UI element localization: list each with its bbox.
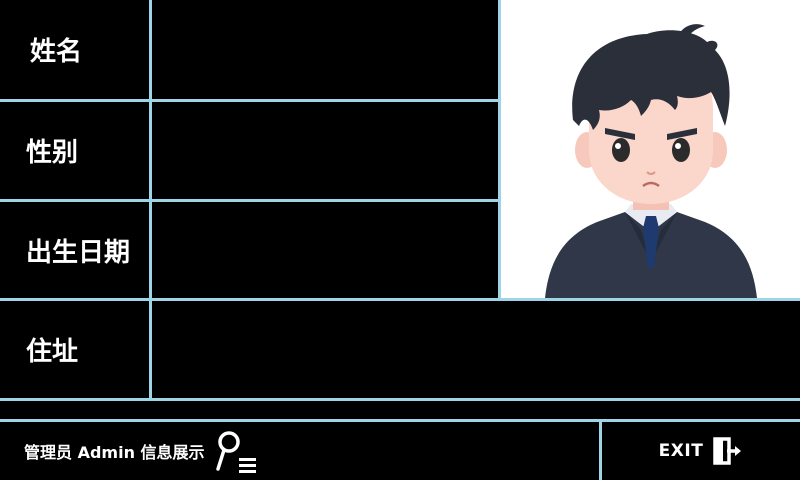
id-photo <box>501 0 800 298</box>
admin-info-text: 管理员 Admin 信息展示 <box>24 443 205 462</box>
field-label-birthdate: 出生日期 <box>26 237 131 268</box>
user-list-icon[interactable] <box>215 429 259 473</box>
field-value-name <box>152 0 498 99</box>
exit-label: EXIT <box>658 441 704 461</box>
field-label-name: 姓名 <box>30 37 83 67</box>
avatar-photo <box>545 24 757 298</box>
field-label-address: 住址 <box>26 337 79 367</box>
field-value-address <box>152 301 800 398</box>
grid-line-h4 <box>0 398 800 401</box>
field-value-birthdate <box>152 202 498 298</box>
exit-button[interactable]: EXIT <box>602 422 800 480</box>
exit-door-icon <box>713 437 743 465</box>
admin-info-bar: 管理员 Admin 信息展示 <box>0 422 599 480</box>
field-value-gender <box>152 102 498 199</box>
field-label-gender: 性别 <box>26 138 79 168</box>
